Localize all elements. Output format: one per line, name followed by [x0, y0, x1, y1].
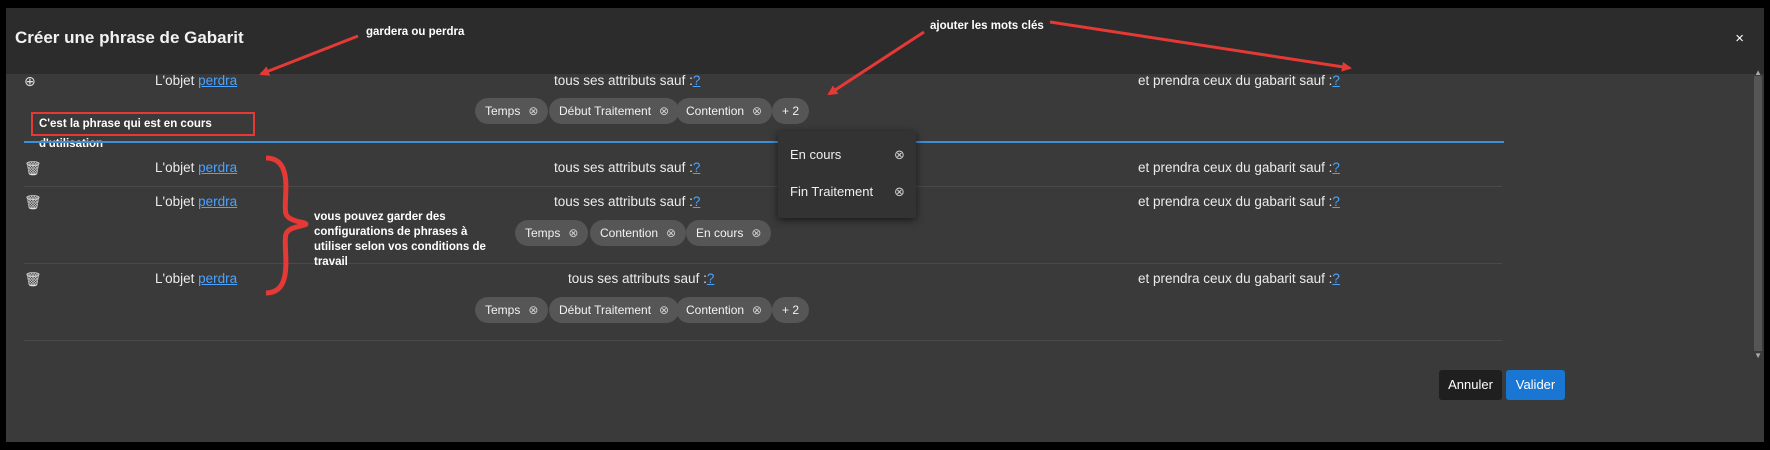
brace-annotation	[265, 155, 309, 296]
arrow-to-verb	[259, 34, 359, 76]
arrow-to-keywords	[827, 30, 925, 96]
template-phrase-dialog: Créer une phrase de Gabarit × ⊕ L'objet …	[6, 8, 1764, 442]
arrow-to-gabarit	[1049, 20, 1352, 72]
annotation-overlay	[259, 20, 1352, 296]
